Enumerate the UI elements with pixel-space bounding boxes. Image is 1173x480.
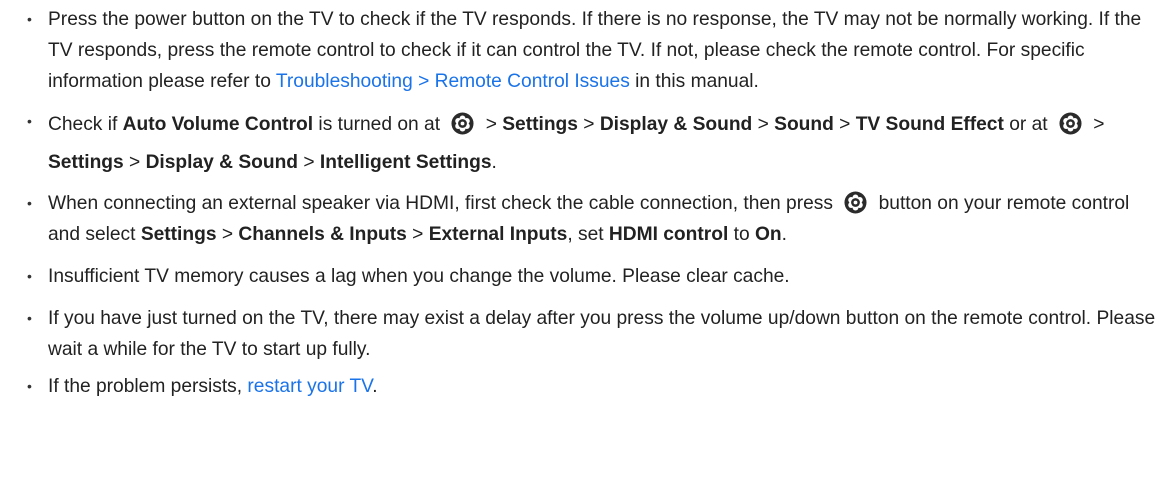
display-sound-term: Display & Sound	[599, 114, 753, 135]
item-text: If you have just turned on the TV, there…	[48, 308, 1156, 360]
separator: >	[577, 114, 600, 135]
list-item: • Press the power button on the TV to che…	[0, 4, 1173, 97]
settings-term: Settings	[48, 152, 124, 173]
item-text: Insufficient TV memory causes a lag when…	[48, 266, 790, 287]
separator: >	[1087, 114, 1105, 135]
on-term: On	[754, 224, 782, 245]
list-item: • If the problem persists, restart your T…	[0, 371, 1173, 402]
bullet: •	[27, 11, 32, 27]
list-item: • Insufficient TV memory causes a lag whe…	[0, 261, 1173, 292]
external-inputs-term: External Inputs	[428, 224, 568, 245]
remote-control-issues-link[interactable]: Troubleshooting > Remote Control Issues	[276, 71, 630, 92]
item-text: or at	[1003, 114, 1053, 135]
item-text: .	[781, 224, 787, 245]
settings-term: Settings	[502, 114, 578, 135]
hdmi-control-term: HDMI control	[608, 224, 729, 245]
troubleshooting-bullet-list: • Press the power button on the TV to che…	[0, 4, 1173, 402]
item-text: When connecting an external speaker via …	[48, 193, 839, 214]
display-sound-term: Display & Sound	[145, 152, 299, 173]
item-text: .	[372, 376, 378, 397]
list-item: • Check if Auto Volume Control is turned …	[0, 106, 1173, 182]
separator: >	[123, 152, 146, 173]
settings-gear-icon	[844, 191, 867, 214]
item-text: in this manual.	[629, 71, 759, 92]
intelligent-settings-term: Intelligent Settings	[319, 152, 492, 173]
list-item: • When connecting an external speaker via…	[0, 188, 1173, 250]
bullet: •	[27, 310, 32, 326]
separator: >	[406, 224, 429, 245]
settings-term: Settings	[140, 224, 217, 245]
tv-sound-effect-term: TV Sound Effect	[855, 114, 1004, 135]
bullet: •	[27, 195, 32, 211]
bullet: •	[27, 268, 32, 284]
restart-your-tv-link[interactable]: restart your TV	[247, 376, 372, 397]
item-text: If the problem persists,	[48, 376, 248, 397]
item-text: is turned on at	[313, 114, 446, 135]
bullet: •	[27, 378, 32, 394]
item-text: , set	[567, 224, 609, 245]
settings-gear-icon	[1059, 112, 1082, 135]
separator: >	[298, 152, 320, 173]
list-item: • If you have just turned on the TV, ther…	[0, 303, 1173, 365]
separator: >	[833, 114, 856, 135]
item-text: .	[491, 152, 497, 173]
channels-inputs-term: Channels & Inputs	[238, 224, 407, 245]
bullet: •	[27, 113, 32, 129]
separator: >	[752, 114, 775, 135]
separator: >	[480, 114, 503, 135]
sound-term: Sound	[774, 114, 834, 135]
item-text: to	[728, 224, 755, 245]
separator: >	[216, 224, 239, 245]
settings-gear-icon	[451, 112, 474, 135]
item-text: Check if	[48, 114, 123, 135]
auto-volume-control-term: Auto Volume Control	[122, 114, 314, 135]
